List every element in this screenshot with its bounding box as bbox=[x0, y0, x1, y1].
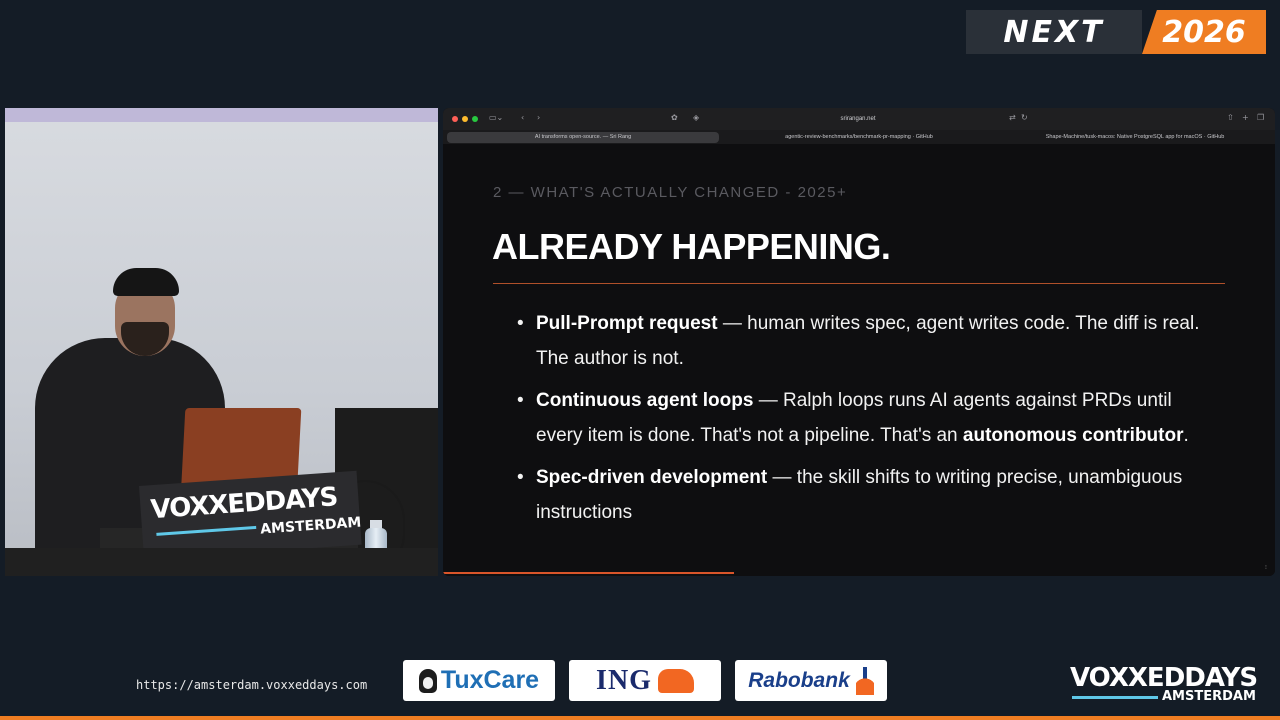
bullet-term: Spec-driven development bbox=[536, 467, 768, 488]
tab-tusk-macos[interactable]: Shape-Machine/tusk-macos: Native Postgre… bbox=[999, 132, 1271, 143]
sponsor-name: Rabobank bbox=[748, 668, 850, 692]
back-icon[interactable]: ‹ bbox=[521, 113, 524, 125]
bullet-emphasis: autonomous contributor bbox=[962, 425, 1184, 446]
podium-sign-bar bbox=[156, 525, 257, 536]
sponsor-name: ING bbox=[596, 664, 652, 696]
event-logo-year: 2026 bbox=[1142, 10, 1266, 54]
bullet-item: Continuous agent loops — Ralph loops run… bbox=[517, 383, 1217, 453]
page-indicator-icon: ⁝ bbox=[1265, 565, 1267, 571]
sponsor-ing-logo: ING bbox=[569, 660, 721, 701]
sidebar-icon[interactable]: ▭⌄ bbox=[489, 113, 503, 125]
browser-toolbar: ▭⌄ ‹ › ✿ ◈ srirangan.net ⇄ ↻ ⇧ + ❐ bbox=[443, 108, 1275, 130]
bullet-item: Spec-driven development — the skill shif… bbox=[517, 460, 1217, 530]
translate-icon[interactable]: ⇄ bbox=[1009, 113, 1016, 125]
penguin-icon bbox=[418, 668, 437, 693]
title-divider bbox=[493, 283, 1225, 284]
podium-sign-city: AMSTERDAM bbox=[259, 514, 362, 538]
minimize-window-button[interactable] bbox=[462, 116, 468, 122]
figure-on-globe-icon bbox=[855, 666, 874, 695]
tab-benchmark-pr-mapping[interactable]: agentic-review-benchmarks/benchmark-pr-m… bbox=[723, 132, 995, 143]
tab-bar: AI transforms open-source. — Sri Rang ag… bbox=[443, 130, 1275, 144]
slide-content: 2 — WHAT'S ACTUALLY CHANGED - 2025+ ALRE… bbox=[443, 144, 1275, 576]
tab-ai-transforms[interactable]: AI transforms open-source. — Sri Rang bbox=[447, 132, 719, 143]
bullet-list: Pull-Prompt request — human writes spec,… bbox=[517, 306, 1217, 537]
slide-kicker: 2 — WHAT'S ACTUALLY CHANGED - 2025+ bbox=[493, 184, 848, 201]
bullet-text-end: . bbox=[1183, 425, 1189, 446]
sponsor-name: TuxCare bbox=[440, 666, 540, 694]
close-window-button[interactable] bbox=[452, 116, 458, 122]
sponsor-tuxcare-logo: TuxCare bbox=[403, 660, 555, 701]
share-icon[interactable]: ⇧ bbox=[1227, 113, 1234, 125]
lion-icon bbox=[657, 668, 694, 693]
sponsor-rabobank-logo: Rabobank bbox=[735, 660, 887, 701]
speaker-camera-feed: VOXXEDDAYS AMSTERDAM bbox=[5, 108, 438, 576]
slide-progress-bar bbox=[443, 572, 735, 574]
bullet-item: Pull-Prompt request — human writes spec,… bbox=[517, 306, 1217, 376]
voxxeddays-city: AMSTERDAM bbox=[1162, 689, 1256, 704]
voxxeddays-bar bbox=[1072, 696, 1158, 699]
event-website-url: https://amsterdam.voxxeddays.com bbox=[136, 678, 368, 692]
new-tab-icon[interactable]: + bbox=[1242, 113, 1249, 125]
address-bar[interactable]: srirangan.net bbox=[693, 113, 1023, 125]
podium-sign: VOXXEDDAYS AMSTERDAM bbox=[139, 470, 362, 560]
stage-floor bbox=[5, 548, 438, 576]
bottom-accent-stripe bbox=[0, 716, 1280, 720]
stage-ceiling bbox=[5, 108, 438, 122]
bullet-term: Continuous agent loops bbox=[536, 390, 754, 411]
voxxeddays-logo: VOXXEDDAYS AMSTERDAM bbox=[1070, 663, 1258, 705]
event-logo-next: NEXT bbox=[966, 10, 1142, 54]
zoom-window-button[interactable] bbox=[472, 116, 478, 122]
paw-icon[interactable]: ✿ bbox=[671, 113, 678, 125]
bullet-term: Pull-Prompt request bbox=[536, 313, 718, 334]
tabs-icon[interactable]: ❐ bbox=[1257, 113, 1264, 125]
slide-title: ALREADY HAPPENING. bbox=[492, 226, 891, 267]
browser-window: ▭⌄ ‹ › ✿ ◈ srirangan.net ⇄ ↻ ⇧ + ❐ AI tr… bbox=[443, 108, 1275, 576]
reload-icon[interactable]: ↻ bbox=[1021, 113, 1028, 125]
speaker-cap bbox=[113, 268, 179, 296]
event-logo: NEXT 2026 bbox=[966, 10, 1266, 54]
forward-icon[interactable]: › bbox=[537, 113, 540, 125]
